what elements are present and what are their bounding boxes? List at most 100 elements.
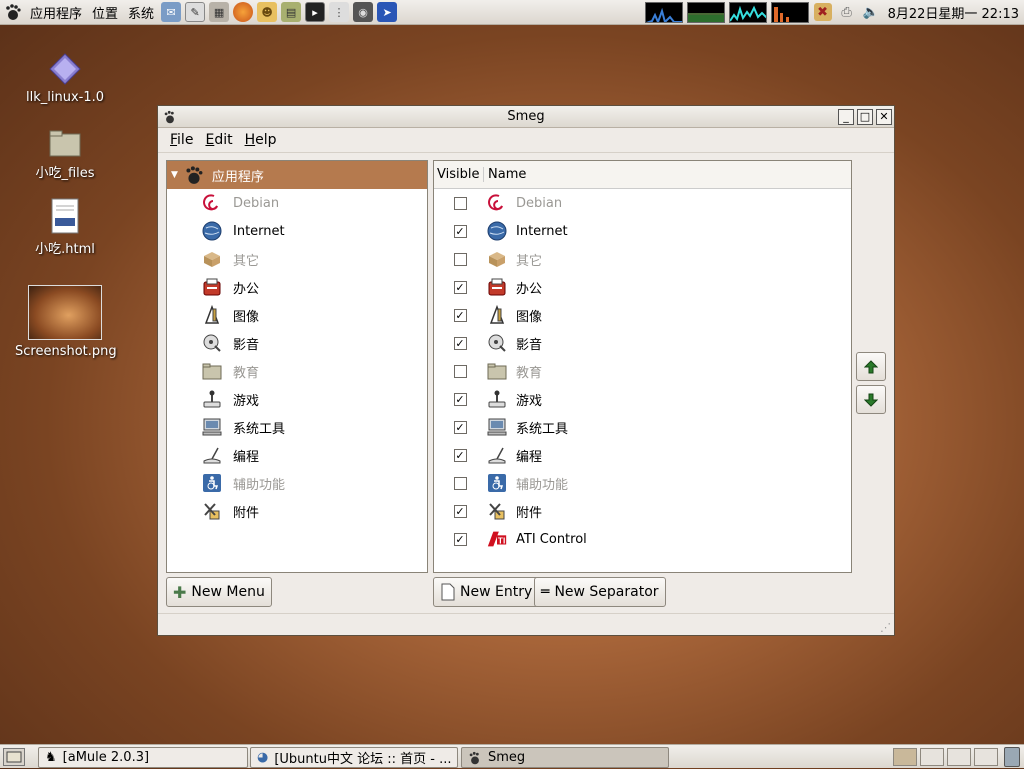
update-notifier-icon[interactable]: ✖ <box>813 3 832 21</box>
places-menu[interactable]: 位置 <box>87 3 123 22</box>
task-firefox[interactable]: ◕ [Ubuntu中文 论坛 :: 首页 - ... <box>250 747 458 768</box>
mail-launcher-icon[interactable]: ✉ <box>161 2 182 22</box>
tree-item[interactable]: 系统工具 <box>167 413 427 441</box>
tree-item[interactable]: 游戏 <box>167 385 427 413</box>
firefox-launcher-icon[interactable] <box>233 2 254 22</box>
accessories-icon <box>201 500 223 522</box>
resize-grip-icon[interactable]: ⋰ <box>880 621 891 634</box>
visible-checkbox[interactable]: ✓ <box>453 308 467 322</box>
visible-checkbox[interactable]: ✓ <box>453 280 467 294</box>
terminal-launcher-icon[interactable]: ▸ <box>305 2 326 22</box>
trash-icon[interactable] <box>1004 747 1020 767</box>
maximize-button[interactable]: □ <box>857 109 873 125</box>
tree-item[interactable]: 编程 <box>167 441 427 469</box>
list-row[interactable]: 辅助功能 <box>434 469 851 497</box>
list-row[interactable]: 其它 <box>434 245 851 273</box>
new-menu-button[interactable]: ✚ New Menu <box>166 577 272 607</box>
tree-item-label: 图像 <box>233 309 260 325</box>
visible-checkbox[interactable]: ✓ <box>453 224 467 238</box>
visible-checkbox[interactable]: ✓ <box>453 420 467 434</box>
bird-launcher-icon[interactable]: ➤ <box>377 2 398 22</box>
visible-checkbox[interactable] <box>453 196 467 210</box>
network-launcher-icon[interactable]: ⋮ <box>329 2 350 22</box>
printer-icon[interactable]: ⎙ <box>838 3 856 21</box>
workspace-1[interactable] <box>893 748 917 766</box>
list-row[interactable]: Debian <box>434 189 851 217</box>
list-row[interactable]: 教育 <box>434 357 851 385</box>
new-entry-button[interactable]: New Entry <box>433 577 540 607</box>
network-monitor <box>728 1 767 23</box>
tree-item[interactable]: 教育 <box>167 357 427 385</box>
system-menu[interactable]: 系统 <box>123 3 159 22</box>
show-desktop-button[interactable] <box>3 748 25 766</box>
workspace-3[interactable] <box>947 748 971 766</box>
menu-tree[interactable]: ▼ 应用程序 Debian Internet 其它 办公图像影音 教育 游戏 系统工具 编程辅… <box>166 160 428 573</box>
tree-item[interactable]: Internet <box>167 217 427 245</box>
visible-checkbox[interactable]: ✓ <box>453 336 467 350</box>
task-smeg[interactable]: Smeg <box>461 747 669 768</box>
list-row[interactable]: ✓ 附件 <box>434 497 851 525</box>
gnome-foot-icon <box>164 110 174 124</box>
volume-icon[interactable]: 🔈 <box>862 3 880 21</box>
tree-item[interactable]: 影音 <box>167 329 427 357</box>
bottom-panel: ♞ [aMule 2.0.3] ◕ [Ubuntu中文 论坛 :: 首页 - .… <box>0 744 1024 768</box>
visible-checkbox[interactable] <box>453 252 467 266</box>
menu-entry-list[interactable]: Visible Name Debian ✓ Internet 其它 ✓ 办公 ✓ 图像 ✓ 影音教… <box>433 160 852 573</box>
gaim-launcher-icon[interactable]: ☻ <box>257 2 278 22</box>
tree-item[interactable]: Debian <box>167 189 427 217</box>
window-title: Smeg <box>507 109 545 124</box>
list-row[interactable]: ✓ TI ATI Control <box>434 525 851 553</box>
window-titlebar[interactable]: Smeg _ □ ✕ <box>158 106 894 128</box>
tree-item[interactable]: 图像 <box>167 301 427 329</box>
tree-item[interactable]: 辅助功能 <box>167 469 427 497</box>
move-up-button[interactable] <box>856 352 886 381</box>
editor-launcher-icon[interactable]: ✎ <box>185 2 206 22</box>
workspace-2[interactable] <box>920 748 944 766</box>
move-down-button[interactable] <box>856 385 886 414</box>
notes-launcher-icon[interactable]: ▤ <box>281 2 302 22</box>
column-header-visible[interactable]: Visible <box>434 167 484 182</box>
expander-down-icon[interactable]: ▼ <box>171 170 178 180</box>
menu-help[interactable]: Help <box>239 132 283 148</box>
workspace-4[interactable] <box>974 748 998 766</box>
folder-icon <box>49 130 81 157</box>
desktop-icon-screenshot[interactable]: Screenshot.png <box>15 285 117 359</box>
tree-item-label: 辅助功能 <box>233 477 286 493</box>
new-separator-button[interactable]: ═ New Separator <box>534 577 666 607</box>
gnome-foot-icon <box>186 166 203 184</box>
tree-item[interactable]: 其它 <box>167 245 427 273</box>
column-header-name[interactable]: Name <box>484 167 526 182</box>
calculator-launcher-icon[interactable]: ▦ <box>209 2 230 22</box>
task-amule[interactable]: ♞ [aMule 2.0.3] <box>38 747 248 768</box>
camera-launcher-icon[interactable]: ◉ <box>353 2 374 22</box>
list-row-label: 教育 <box>516 365 543 381</box>
list-row[interactable]: ✓ 影音 <box>434 329 851 357</box>
visible-checkbox[interactable]: ✓ <box>453 504 467 518</box>
desktop-icon-files-folder[interactable]: 小吃_files <box>15 128 115 181</box>
menu-file[interactable]: File <box>164 132 199 148</box>
desktop-icon-llk[interactable]: llk_linux-1.0 <box>15 52 115 105</box>
desktop-icon <box>6 751 22 763</box>
gnome-foot-icon[interactable] <box>4 3 22 21</box>
list-row[interactable]: ✓ 办公 <box>434 273 851 301</box>
tree-item[interactable]: 办公 <box>167 273 427 301</box>
applications-menu[interactable]: 应用程序 <box>25 3 87 22</box>
visible-checkbox[interactable] <box>453 476 467 490</box>
visible-checkbox[interactable] <box>453 364 467 378</box>
tree-item[interactable]: 附件 <box>167 497 427 525</box>
tree-root-row[interactable]: ▼ 应用程序 <box>167 161 427 189</box>
clock[interactable]: 8月22日星期一 22:13 <box>883 3 1024 22</box>
menu-edit[interactable]: Edit <box>199 132 238 148</box>
minimize-button[interactable]: _ <box>838 109 854 125</box>
list-row[interactable]: ✓ Internet <box>434 217 851 245</box>
list-row[interactable]: ✓ 游戏 <box>434 385 851 413</box>
desktop-icon-html-file[interactable]: 小吃.html <box>15 198 115 257</box>
list-row[interactable]: ✓ 图像 <box>434 301 851 329</box>
visible-checkbox[interactable]: ✓ <box>453 448 467 462</box>
list-row[interactable]: ✓ 系统工具 <box>434 413 851 441</box>
folder-icon <box>201 360 223 382</box>
visible-checkbox[interactable]: ✓ <box>453 532 467 546</box>
close-button[interactable]: ✕ <box>876 109 892 125</box>
list-row[interactable]: ✓ 编程 <box>434 441 851 469</box>
visible-checkbox[interactable]: ✓ <box>453 392 467 406</box>
